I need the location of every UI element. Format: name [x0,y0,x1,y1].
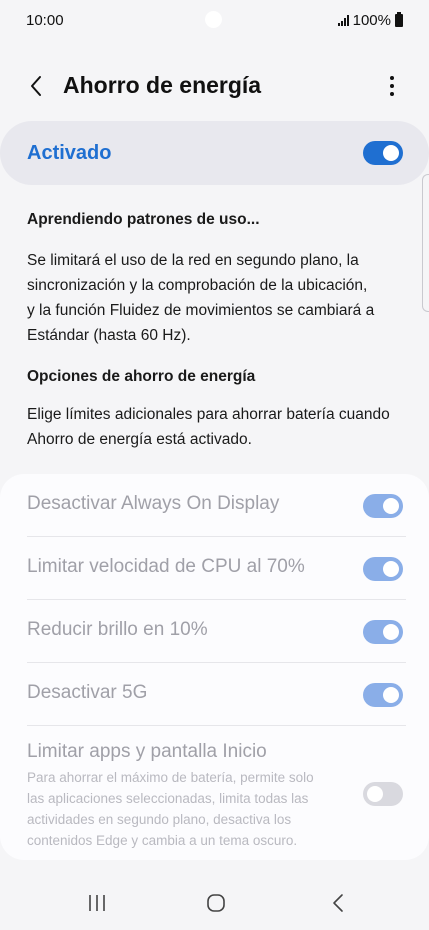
learning-description: Se limitará el uso de la red en segundo … [27,248,407,348]
options-heading: Opciones de ahorro de energía [27,368,256,385]
options-line: Ahorro de energía está activado. [27,431,252,448]
status-time: 10:00 [26,11,64,29]
navigation-bar [0,870,429,930]
option-reduce-brightness[interactable]: Reducir brillo en 10% [27,600,407,663]
back-button[interactable] [22,72,50,100]
back-nav-button[interactable] [328,892,348,914]
option-disable-aod[interactable]: Desactivar Always On Display [27,474,407,537]
app-header: Ahorro de energía [0,62,429,110]
signal-icon [337,14,349,26]
option-description: Para ahorrar el máximo de batería, permi… [27,767,347,851]
home-icon [207,894,225,912]
scrollbar[interactable] [422,174,429,312]
option-label: Limitar velocidad de CPU al 70% [27,556,305,577]
master-toggle-switch[interactable] [363,141,403,165]
status-icons: 100% [337,11,403,29]
learning-heading: Aprendiendo patrones de uso... [27,211,260,228]
battery-icon [395,11,403,27]
master-toggle-row[interactable]: Activado [0,121,429,185]
camera-cutout [205,11,222,28]
option-toggle[interactable] [363,683,403,707]
recents-icon [89,895,105,911]
learning-line: Estándar (hasta 60 Hz). [27,327,191,344]
desc-line: contenidos Edge y cambia a un tema oscur… [27,833,298,848]
option-label: Desactivar 5G [27,682,148,703]
option-toggle[interactable] [363,620,403,644]
master-toggle-label: Activado [27,142,112,164]
learning-line: sincronización y la comprobación de la u… [27,277,368,294]
option-limit-cpu[interactable]: Limitar velocidad de CPU al 70% [27,537,407,600]
more-vert-icon [390,76,394,80]
option-label: Limitar apps y pantalla Inicio [27,741,267,762]
option-disable-5g[interactable]: Desactivar 5G [27,663,407,726]
back-arrow-icon [31,76,41,96]
learning-line: y la función Fluidez de movimientos se c… [27,302,375,319]
option-limit-apps[interactable]: Limitar apps y pantalla Inicio Para ahor… [27,726,407,856]
desc-line: Para ahorrar el máximo de batería, permi… [27,770,314,785]
back-nav-icon [333,894,343,912]
option-label: Reducir brillo en 10% [27,619,208,640]
learning-line: Se limitará el uso de la red en segundo … [27,252,359,269]
option-toggle[interactable] [363,557,403,581]
options-description: Elige límites adicionales para ahorrar b… [27,402,407,452]
desc-line: actividades en segundo plano, desactiva … [27,812,292,827]
desc-line: las aplicaciones seleccionadas, limita t… [27,791,309,806]
battery-percentage: 100% [352,11,391,29]
recents-button[interactable] [86,892,108,914]
home-button[interactable] [204,892,228,914]
more-options-button[interactable] [380,72,404,100]
options-line: Elige límites adicionales para ahorrar b… [27,406,390,423]
option-label: Desactivar Always On Display [27,493,280,514]
option-toggle[interactable] [363,782,403,806]
options-card: Desactivar Always On Display Limitar vel… [0,474,429,860]
option-toggle[interactable] [363,494,403,518]
page-title: Ahorro de energía [63,72,262,98]
